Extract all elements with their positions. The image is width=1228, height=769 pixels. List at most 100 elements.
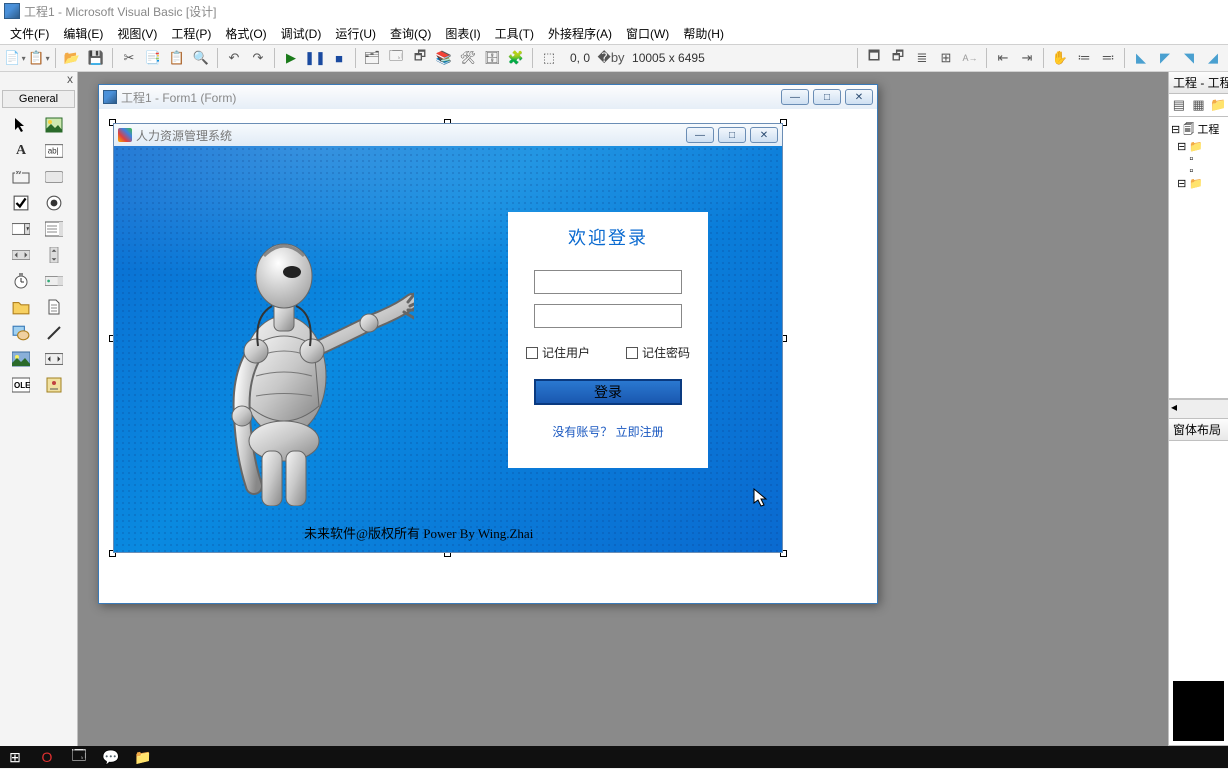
copy-button[interactable]: 📑 — [142, 47, 164, 69]
register-link[interactable]: 没有账号？ 立即注册 — [508, 423, 708, 440]
comment-button[interactable]: ≔ — [1073, 47, 1095, 69]
bring-front-button[interactable]: 🗖 — [863, 47, 885, 69]
form-layout-thumbnail[interactable] — [1173, 681, 1224, 741]
password-input[interactable] — [534, 304, 682, 328]
dirlistbox-tool[interactable] — [8, 296, 34, 318]
vscrollbar-tool[interactable] — [41, 244, 67, 266]
align-button[interactable]: ≣ — [911, 47, 933, 69]
outdent-button[interactable]: ⇤ — [992, 47, 1014, 69]
project-root-node[interactable]: 工程 — [1197, 124, 1219, 136]
menu-file[interactable]: 文件(F) — [4, 23, 55, 44]
menu-view[interactable]: 视图(V) — [111, 23, 163, 44]
menu-debug[interactable]: 调试(D) — [275, 23, 328, 44]
optionbutton-tool[interactable] — [41, 192, 67, 214]
send-back-button[interactable]: 🗗 — [887, 47, 909, 69]
uncomment-button[interactable]: ≕ — [1097, 47, 1119, 69]
filelistbox-tool[interactable] — [41, 296, 67, 318]
listbox-tool[interactable] — [41, 218, 67, 240]
center-button[interactable]: ⊞ — [935, 47, 957, 69]
project-scrollbar[interactable]: ◂ — [1169, 399, 1228, 419]
login-close-button[interactable]: ✕ — [750, 127, 778, 143]
menu-project[interactable]: 工程(P) — [165, 23, 217, 44]
menu-query[interactable]: 查询(Q) — [384, 23, 437, 44]
menu-tools[interactable]: 工具(T) — [489, 23, 540, 44]
timer-tool[interactable] — [8, 270, 34, 292]
component-button[interactable]: 🧩 — [505, 47, 527, 69]
toolbox-tab-general[interactable]: General — [2, 90, 75, 108]
indent-button[interactable]: ⇥ — [1016, 47, 1038, 69]
clear-bookmarks-button[interactable]: ◢ — [1202, 47, 1224, 69]
menu-addins[interactable]: 外接程序(A) — [542, 23, 618, 44]
toolbox-close-button[interactable]: x — [0, 72, 77, 90]
login-button[interactable]: 登录 — [534, 379, 682, 405]
image-tool[interactable] — [8, 348, 34, 370]
taskbar-app-explorer[interactable]: 📁 — [134, 749, 152, 766]
hscrollbar-tool[interactable] — [8, 244, 34, 266]
frame-tool[interactable]: xv — [8, 166, 34, 188]
form-window-titlebar[interactable]: 工程1 - Form1 (Form) — □ ✕ — [99, 85, 877, 109]
remember-user-checkbox[interactable]: 记住用户 — [526, 344, 590, 361]
menu-edit[interactable]: 编辑(E) — [57, 23, 109, 44]
menu-window[interactable]: 窗口(W) — [620, 23, 675, 44]
commandbutton-tool[interactable] — [41, 166, 67, 188]
shape-tool[interactable] — [8, 322, 34, 344]
form-designer-window[interactable]: 工程1 - Form1 (Form) — □ ✕ — [98, 84, 878, 604]
login-form-titlebar[interactable]: 人力资源管理系统 — □ ✕ — [114, 124, 782, 146]
prev-bookmark-button[interactable]: ◥ — [1178, 47, 1200, 69]
toggle-folders-button[interactable]: 📁 — [1208, 94, 1228, 116]
form-design-canvas[interactable]: 人力资源管理系统 — □ ✕ — [99, 109, 877, 603]
commondialog-tool[interactable] — [41, 374, 67, 396]
breakpoint-button[interactable]: ✋ — [1049, 47, 1071, 69]
menu-help[interactable]: 帮助(H) — [677, 23, 730, 44]
project-explorer-button[interactable]: 🗂 — [361, 47, 383, 69]
view-code-button[interactable]: ▤ — [1169, 94, 1189, 116]
run-button[interactable]: ▶ — [280, 47, 302, 69]
start-button[interactable]: ⊞ — [6, 749, 24, 766]
cut-button[interactable]: ✂ — [118, 47, 140, 69]
properties-button[interactable]: 🗔 — [385, 47, 407, 69]
pointer-tool[interactable] — [8, 114, 34, 136]
data-tool[interactable] — [41, 348, 67, 370]
ole-tool[interactable]: OLE — [8, 374, 34, 396]
next-bookmark-button[interactable]: ◤ — [1154, 47, 1176, 69]
menu-diagram[interactable]: 图表(I) — [439, 23, 486, 44]
project-tree[interactable]: ⊟ 🗐 工程 ⊟ 📁 ▫ ▫ ⊟ 📁 — [1169, 117, 1228, 194]
form-layout-button[interactable]: 🗗 — [409, 47, 431, 69]
taskbar-app-vb[interactable]: 🗔 — [70, 745, 88, 769]
pause-button[interactable]: ❚❚ — [304, 47, 326, 69]
taskbar-app-opera[interactable]: O — [38, 749, 56, 765]
login-form[interactable]: 人力资源管理系统 — □ ✕ — [113, 123, 783, 553]
toolbox-button[interactable]: 🛠 — [457, 47, 479, 69]
form-layout-panel-title[interactable]: 窗体布局 — [1169, 419, 1228, 441]
taskbar-app-wechat[interactable]: 💬 — [102, 749, 120, 766]
form-minimize-button[interactable]: — — [781, 89, 809, 105]
open-button[interactable]: 📂 — [61, 47, 83, 69]
remember-password-checkbox[interactable]: 记住密码 — [626, 344, 690, 361]
project-panel-title[interactable]: 工程 - 工程 — [1169, 72, 1228, 94]
undo-button[interactable]: ↶ — [223, 47, 245, 69]
textbox-tool[interactable]: ab| — [41, 140, 67, 162]
data-view-button[interactable]: 🗄 — [481, 47, 503, 69]
find-button[interactable]: 🔍 — [190, 47, 212, 69]
combobox-tool[interactable] — [8, 218, 34, 240]
paste-button[interactable]: 📋 — [166, 47, 188, 69]
bookmark-button[interactable]: ◣ — [1130, 47, 1152, 69]
login-minimize-button[interactable]: — — [686, 127, 714, 143]
login-maximize-button[interactable]: □ — [718, 127, 746, 143]
label-tool[interactable]: A — [8, 140, 34, 162]
object-browser-button[interactable]: 📚 — [433, 47, 455, 69]
view-object-button[interactable]: ▦ — [1189, 94, 1209, 116]
username-input[interactable] — [534, 270, 682, 294]
save-button[interactable]: 💾 — [85, 47, 107, 69]
menu-format[interactable]: 格式(O) — [219, 23, 272, 44]
line-tool[interactable] — [41, 322, 67, 344]
form-maximize-button[interactable]: □ — [813, 89, 841, 105]
project-panel-body[interactable]: ▤ ▦ 📁 ⊟ 🗐 工程 ⊟ 📁 ▫ ▫ ⊟ 📁 — [1169, 94, 1228, 399]
add-project-button[interactable]: 📄 — [4, 47, 26, 69]
checkbox-tool[interactable] — [8, 192, 34, 214]
drivelistbox-tool[interactable] — [41, 270, 67, 292]
form-close-button[interactable]: ✕ — [845, 89, 873, 105]
form-layout-panel-body[interactable] — [1169, 441, 1228, 746]
menu-run[interactable]: 运行(U) — [329, 23, 382, 44]
add-form-button[interactable]: 📋 — [28, 47, 50, 69]
